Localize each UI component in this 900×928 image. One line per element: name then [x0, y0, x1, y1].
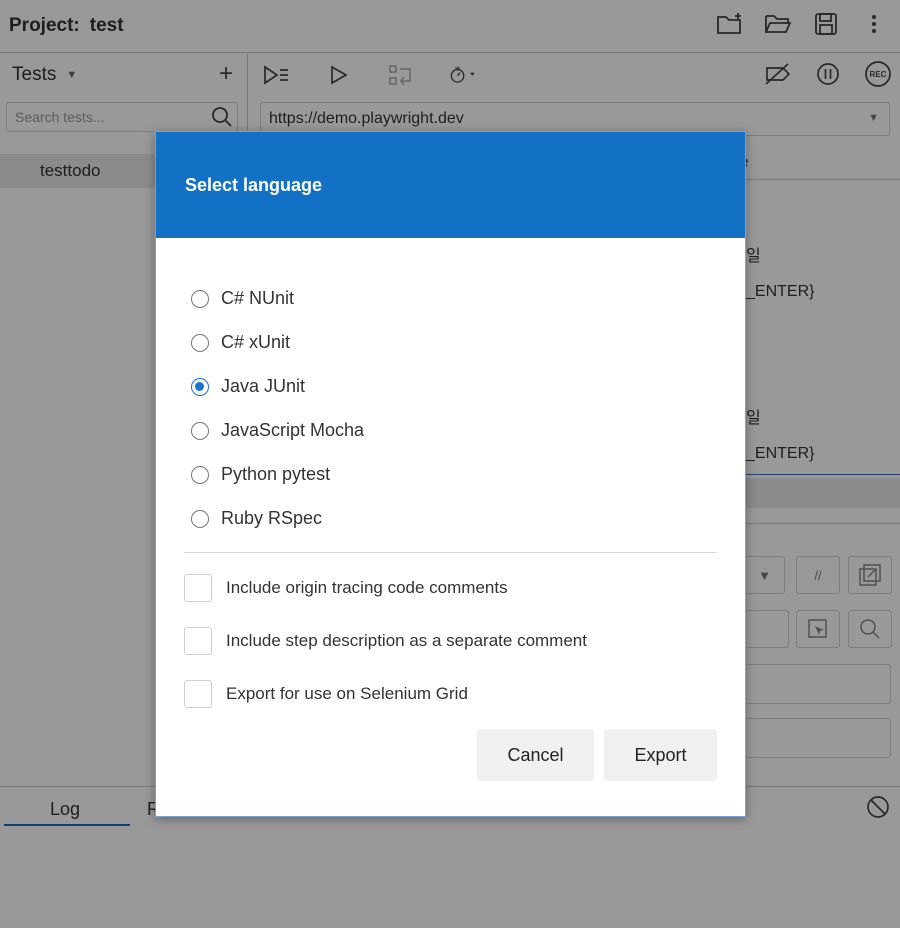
checkbox[interactable]: [184, 574, 212, 602]
language-label: Python pytest: [221, 464, 331, 484]
radio-button[interactable]: [191, 289, 209, 308]
option-label: Include step description as a separate c…: [226, 631, 587, 650]
language-option-csharp-nunit[interactable]: C# NUnit: [191, 288, 294, 309]
export-button[interactable]: Export: [604, 729, 717, 781]
option-label: Export for use on Selenium Grid: [226, 684, 468, 703]
radio-button[interactable]: [191, 333, 209, 352]
language-option-csharp-xunit[interactable]: C# xUnit: [191, 332, 290, 353]
checkbox[interactable]: [184, 627, 212, 655]
option-selenium-grid[interactable]: Export for use on Selenium Grid: [184, 680, 468, 708]
language-label: JavaScript Mocha: [221, 420, 365, 440]
language-option-javascript-mocha[interactable]: JavaScript Mocha: [191, 420, 364, 441]
language-option-java-junit[interactable]: Java JUnit: [191, 376, 305, 397]
radio-button[interactable]: [191, 509, 209, 528]
language-label: C# NUnit: [221, 288, 295, 308]
checkbox[interactable]: [184, 680, 212, 708]
dialog-header: Select language: [156, 132, 745, 238]
option-origin-tracing[interactable]: Include origin tracing code comments: [184, 574, 508, 602]
radio-button-selected[interactable]: [191, 377, 209, 396]
language-label: Java JUnit: [221, 376, 306, 396]
language-label: C# xUnit: [221, 332, 291, 352]
option-label: Include origin tracing code comments: [226, 578, 508, 597]
radio-button[interactable]: [191, 421, 209, 440]
language-option-python-pytest[interactable]: Python pytest: [191, 464, 330, 485]
language-label: Ruby RSpec: [221, 508, 323, 528]
dialog-title: Select language: [185, 174, 323, 195]
dialog-divider: [184, 552, 717, 553]
select-language-dialog: Select language C# NUnit C# xUnit Java J…: [155, 131, 746, 817]
radio-button[interactable]: [191, 465, 209, 484]
option-step-description[interactable]: Include step description as a separate c…: [184, 627, 587, 655]
cancel-button[interactable]: Cancel: [477, 729, 594, 781]
language-option-ruby-rspec[interactable]: Ruby RSpec: [191, 508, 322, 529]
